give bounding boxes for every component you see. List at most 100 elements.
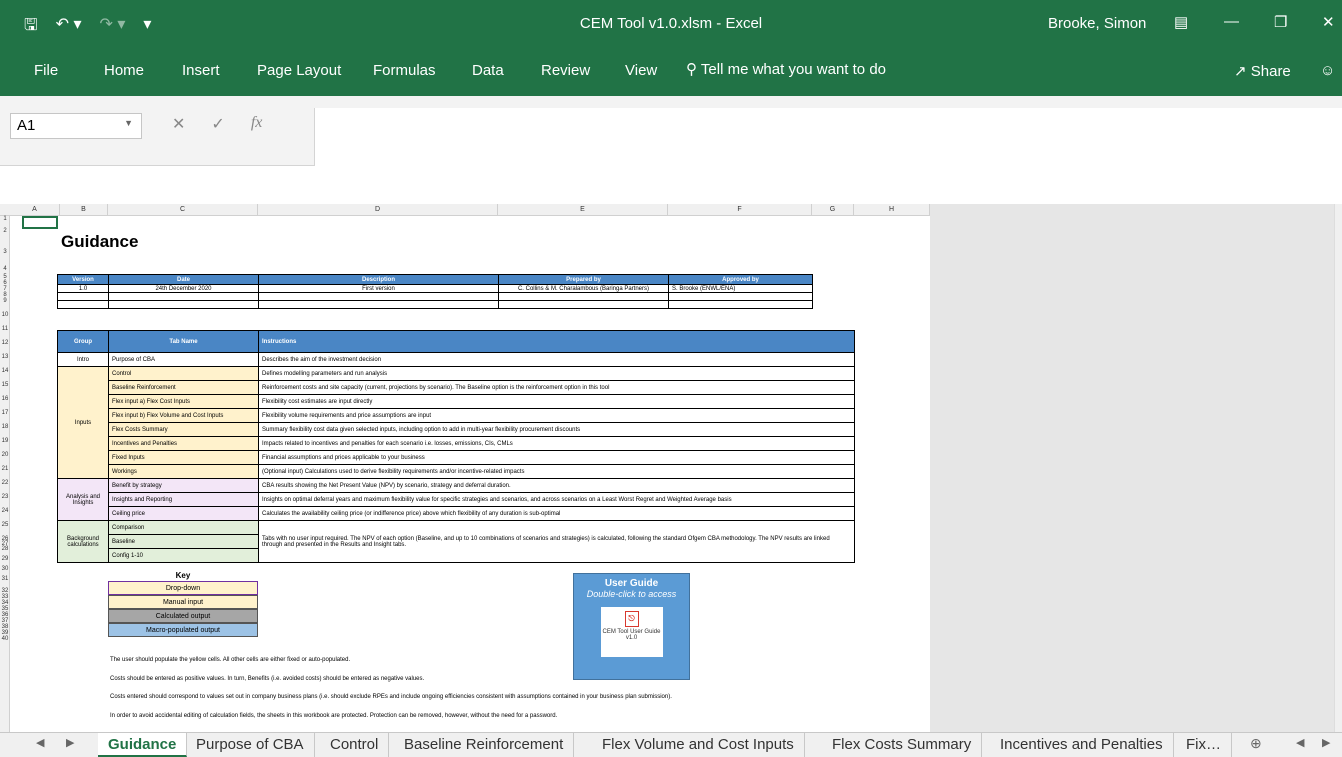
tab-name-cell[interactable]: Flex input a) Flex Cost Inputs [108, 394, 259, 409]
sheet-tab-guidance[interactable]: Guidance [98, 733, 188, 757]
cell[interactable] [108, 300, 259, 309]
tab-name-cell[interactable]: Fixed Inputs [108, 450, 259, 465]
tab-home[interactable]: Home [104, 62, 144, 79]
cell[interactable]: First version [258, 284, 499, 293]
tab-name-cell[interactable]: Incentives and Penalties [108, 436, 259, 451]
minimize-icon[interactable]: — [1224, 13, 1239, 30]
row-header[interactable]: 22 [0, 480, 10, 486]
instruction-cell[interactable]: Tabs with no user input required. The NP… [258, 520, 855, 563]
insert-function-icon[interactable]: fx [251, 114, 263, 134]
tab-name-cell[interactable]: Flex input b) Flex Volume and Cost Input… [108, 408, 259, 423]
cell[interactable] [57, 300, 109, 309]
tab-insert[interactable]: Insert [182, 62, 220, 79]
enter-icon[interactable]: ✓ [211, 114, 224, 134]
row-header[interactable]: 16 [0, 396, 10, 402]
row-header[interactable]: 21 [0, 466, 10, 472]
instruction-cell[interactable]: Calculates the availability ceiling pric… [258, 506, 855, 521]
col-header-b[interactable]: B [60, 204, 108, 216]
row-header[interactable]: 3 [0, 249, 10, 255]
row-header[interactable]: 13 [0, 354, 10, 360]
cell[interactable]: 24th December 2020 [108, 284, 259, 293]
row-header[interactable]: 1 [0, 216, 10, 222]
col-header-g[interactable]: G [812, 204, 854, 216]
instruction-cell[interactable]: Summary flexibility cost data given sele… [258, 422, 855, 437]
selected-cell[interactable] [22, 216, 58, 229]
tab-name-cell[interactable]: Baseline [108, 534, 259, 549]
row-header[interactable]: 30 [0, 566, 10, 572]
row-header[interactable]: 31 [0, 576, 10, 582]
group-cell[interactable]: Analysis and Insights [57, 478, 109, 521]
tab-name-cell[interactable]: Purpose of CBA [108, 352, 259, 367]
instruction-cell[interactable]: Financial assumptions and prices applica… [258, 450, 855, 465]
scroll-right-icon[interactable]: ▶ [66, 736, 74, 749]
cancel-icon[interactable]: ✕ [172, 114, 185, 134]
tab-name-cell[interactable]: Flex Costs Summary [108, 422, 259, 437]
tab-data[interactable]: Data [472, 62, 504, 79]
share-button[interactable]: ↗ Share [1234, 62, 1291, 80]
col-header-a[interactable]: A [10, 204, 60, 216]
feedback-icon[interactable]: ☺ [1320, 62, 1335, 79]
worksheet[interactable]: A B C D E F G H 1 2 3 4 5 6 7 8 9 10 11 12 13 14 15 16 1… [0, 204, 1342, 732]
cell[interactable] [498, 292, 669, 301]
sheet-tab-purpose[interactable]: Purpose of CBA [186, 733, 315, 757]
instruction-cell[interactable]: (Optional input) Calculations used to de… [258, 464, 855, 479]
col-header-c[interactable]: C [108, 204, 258, 216]
cell[interactable] [108, 292, 259, 301]
formula-input[interactable] [314, 108, 1342, 166]
user-name[interactable]: Brooke, Simon [1048, 15, 1146, 32]
cell[interactable] [498, 300, 669, 309]
col-header-f[interactable]: F [668, 204, 812, 216]
tab-name-cell[interactable]: Baseline Reinforcement [108, 380, 259, 395]
tab-name-cell[interactable]: Ceiling price [108, 506, 259, 521]
cell[interactable] [668, 292, 813, 301]
row-header[interactable]: 29 [0, 556, 10, 562]
tab-name-cell[interactable]: Insights and Reporting [108, 492, 259, 507]
tab-scroll-left-icon[interactable]: ◀ [1296, 736, 1304, 749]
tab-formulas[interactable]: Formulas [373, 62, 436, 79]
col-header-e[interactable]: E [498, 204, 668, 216]
close-icon[interactable]: ✕ [1322, 13, 1335, 31]
user-guide-button[interactable]: User Guide Double-click to access ⎋ CEM … [573, 573, 690, 680]
row-header[interactable]: 2 [0, 228, 10, 234]
row-header[interactable]: 15 [0, 382, 10, 388]
row-header[interactable]: 20 [0, 452, 10, 458]
sheet-tab-flex-volume[interactable]: Flex Volume and Cost Inputs [592, 733, 805, 757]
col-header-d[interactable]: D [258, 204, 498, 216]
group-cell[interactable]: Intro [57, 352, 109, 367]
cell[interactable] [258, 300, 499, 309]
row-header[interactable]: 23 [0, 494, 10, 500]
tab-name-cell[interactable]: Control [108, 366, 259, 381]
group-cell[interactable]: Inputs [57, 366, 109, 479]
instruction-cell[interactable]: Insights on optimal deferral years and m… [258, 492, 855, 507]
row-header[interactable]: 17 [0, 410, 10, 416]
cell[interactable]: 1.0 [57, 284, 109, 293]
instruction-cell[interactable]: Flexibility cost estimates are input dir… [258, 394, 855, 409]
tab-page-layout[interactable]: Page Layout [257, 62, 341, 79]
row-header[interactable]: 10 [0, 312, 10, 318]
tab-name-cell[interactable]: Workings [108, 464, 259, 479]
tab-scroll-right-icon[interactable]: ▶ [1322, 736, 1330, 749]
tab-name-cell[interactable]: Benefit by strategy [108, 478, 259, 493]
row-header[interactable]: 14 [0, 368, 10, 374]
group-cell[interactable]: Background calculations [57, 520, 109, 563]
row-header[interactable]: 11 [0, 326, 10, 332]
row-header[interactable]: 12 [0, 340, 10, 346]
sheet-tab-fixed[interactable]: Fix… [1176, 733, 1232, 757]
cell[interactable]: C. Collins & M. Charalambous (Baringa Pa… [498, 284, 669, 293]
tab-name-cell[interactable]: Config 1-10 [108, 548, 259, 563]
sheet-tab-control[interactable]: Control [320, 733, 390, 757]
tell-me-box[interactable]: ⚲ Tell me what you want to do [686, 60, 886, 78]
sheet-tab-flex-costs[interactable]: Flex Costs Summary [822, 733, 983, 757]
cell[interactable] [668, 300, 813, 309]
add-sheet-icon[interactable]: ⊕ [1250, 735, 1262, 752]
row-header[interactable]: 25 [0, 522, 10, 528]
name-box[interactable]: A1 ▼ [10, 113, 142, 139]
cell[interactable]: S. Brooke (ENWL/ENA) [668, 284, 813, 293]
instruction-cell[interactable]: Reinforcement costs and site capacity (c… [258, 380, 855, 395]
cell[interactable] [258, 292, 499, 301]
instruction-cell[interactable]: CBA results showing the Net Present Valu… [258, 478, 855, 493]
row-header[interactable]: 28 [0, 546, 10, 552]
tab-review[interactable]: Review [541, 62, 590, 79]
ribbon-display-icon[interactable]: ▤ [1174, 13, 1188, 31]
sheet-tab-baseline[interactable]: Baseline Reinforcement [394, 733, 575, 757]
